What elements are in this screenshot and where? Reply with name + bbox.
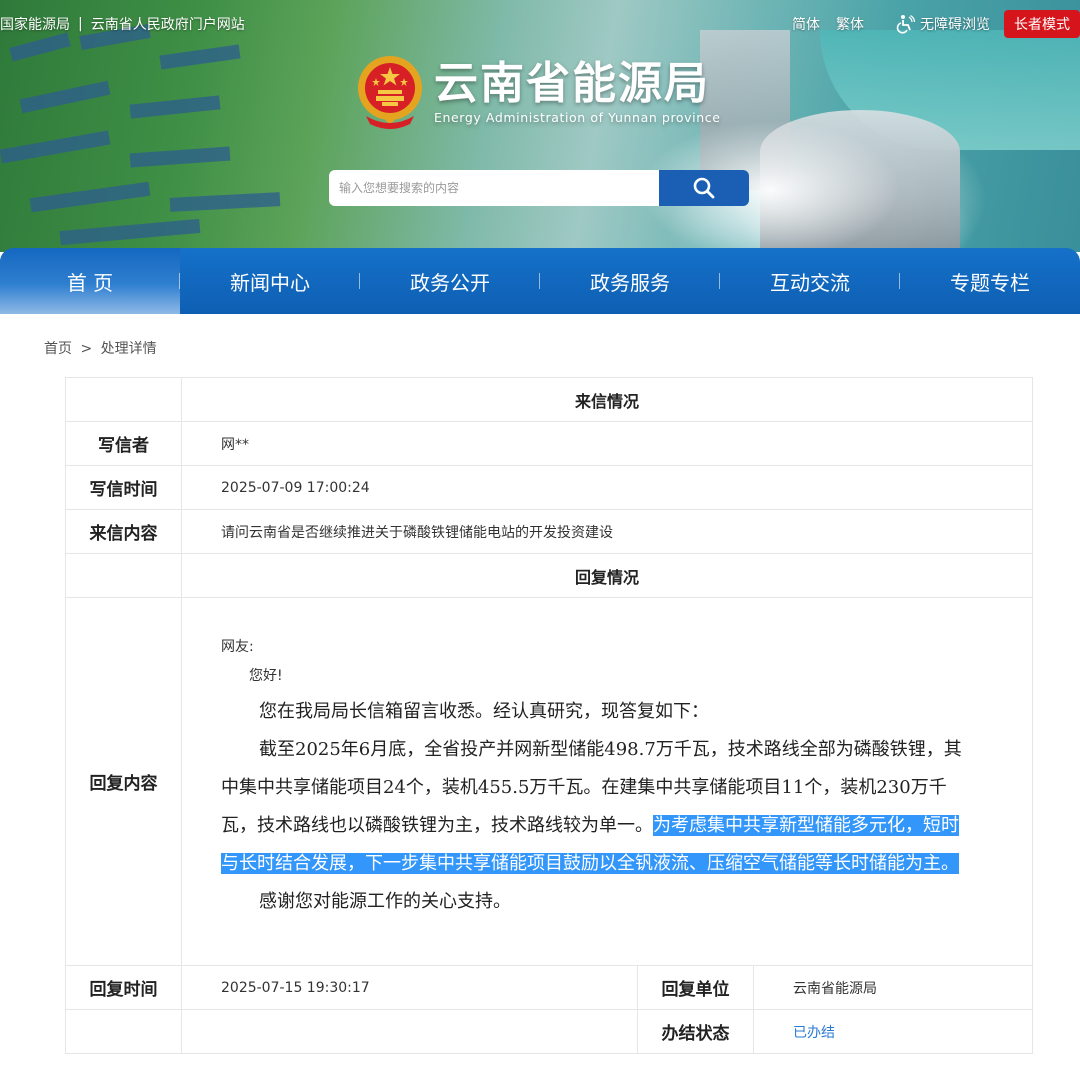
breadcrumb-separator: > xyxy=(80,341,93,357)
letter-time-label: 写信时间 xyxy=(65,465,182,510)
writer-row: 写信者 网** xyxy=(65,421,1033,466)
nav-special-topics[interactable]: 专题专栏 xyxy=(900,248,1080,314)
reply-content-row: 回复内容 网友: 您好! 您在我局局长信箱留言收悉。经认真研究，现答复如下： 截… xyxy=(65,597,1033,966)
header-banner: 国家能源局 | 云南省人民政府门户网站 简体 繁体 无障碍浏览 长者模式 云南省… xyxy=(0,0,1080,252)
writer-label: 写信者 xyxy=(65,421,182,466)
site-title: 云南省能源局 xyxy=(434,58,710,109)
top-links: 国家能源局 | 云南省人民政府门户网站 xyxy=(0,14,245,34)
nav-gov-services-label: 政务服务 xyxy=(590,270,670,295)
reply-unit-value: 云南省能源局 xyxy=(753,965,1033,1010)
letter-detail-table: 来信情况 写信者 网** 写信时间 2025-07-09 17:00:24 来信… xyxy=(65,377,1033,1054)
breadcrumb-current: 处理详情 xyxy=(100,341,157,357)
status-value[interactable]: 已办结 xyxy=(753,1009,1033,1054)
reply-section-row: 回复情况 xyxy=(65,553,1033,598)
reply-paragraph-1: 您在我局局长信箱留言收悉。经认真研究，现答复如下： xyxy=(259,700,709,722)
status-row: 办结状态 已办结 xyxy=(65,1009,1033,1054)
nav-interaction[interactable]: 互动交流 xyxy=(720,248,900,314)
accessibility-link[interactable]: 无障碍浏览 xyxy=(896,14,990,34)
nav-news[interactable]: 新闻中心 xyxy=(180,248,360,314)
empty-cell xyxy=(65,377,182,422)
letter-content-value: 请问云南省是否继续推进关于磷酸铁锂储能电站的开发投资建设 xyxy=(181,509,1033,554)
elder-mode-button[interactable]: 长者模式 xyxy=(1004,10,1080,38)
letter-section-title: 来信情况 xyxy=(181,377,1033,422)
nav-home[interactable]: 首 页 xyxy=(0,248,180,314)
letter-time-value: 2025-07-09 17:00:24 xyxy=(181,465,1033,510)
nav-home-label: 首 页 xyxy=(66,270,114,295)
reply-section-title: 回复情况 xyxy=(181,553,1033,598)
main-nav: 首 页 新闻中心 政务公开 政务服务 互动交流 专题专栏 xyxy=(0,248,1080,314)
reply-time-label: 回复时间 xyxy=(65,965,182,1010)
site-subtitle: Energy Administration of Yunnan province xyxy=(434,110,721,125)
empty-cell xyxy=(65,553,182,598)
nav-gov-affairs[interactable]: 政务公开 xyxy=(360,248,540,314)
nav-news-label: 新闻中心 xyxy=(230,270,310,295)
nav-special-topics-label: 专题专栏 xyxy=(950,270,1030,295)
site-logo[interactable]: 云南省能源局 Energy Administration of Yunnan p… xyxy=(356,54,721,130)
reply-paragraph-3: 感谢您对能源工作的关心支持。 xyxy=(259,890,511,912)
solar-panels-illustration xyxy=(0,24,281,246)
accessibility-label: 无障碍浏览 xyxy=(920,17,990,33)
link-separator: | xyxy=(78,16,83,32)
traditional-chinese-link[interactable]: 繁体 xyxy=(836,14,864,34)
reply-unit-label: 回复单位 xyxy=(637,965,754,1010)
link-national-energy[interactable]: 国家能源局 xyxy=(0,14,70,34)
letter-content-row: 来信内容 请问云南省是否继续推进关于磷酸铁锂储能电站的开发投资建设 xyxy=(65,509,1033,554)
letter-section-row: 来信情况 xyxy=(65,377,1033,422)
search-bar xyxy=(329,170,749,206)
reply-time-value: 2025-07-15 19:30:17 xyxy=(181,965,638,1010)
letter-content-label: 来信内容 xyxy=(65,509,182,554)
reply-hello: 您好! xyxy=(249,667,283,684)
reply-content-body: 网友: 您好! 您在我局局长信箱留言收悉。经认真研究，现答复如下： 截至2025… xyxy=(181,597,1033,966)
reply-paragraph-2: 截至2025年6月底，全省投产并网新型储能498.7万千瓦，技术路线全部为磷酸铁… xyxy=(221,731,972,883)
letter-time-row: 写信时间 2025-07-09 17:00:24 xyxy=(65,465,1033,510)
reply-content-label: 回复内容 xyxy=(65,597,182,966)
search-icon xyxy=(693,177,715,199)
nav-gov-services[interactable]: 政务服务 xyxy=(540,248,720,314)
empty-cell xyxy=(65,1009,182,1054)
wheelchair-icon xyxy=(896,14,916,34)
search-button[interactable] xyxy=(659,170,749,206)
link-yunnan-gov[interactable]: 云南省人民政府门户网站 xyxy=(91,14,245,34)
top-utilities: 简体 繁体 无障碍浏览 长者模式 xyxy=(792,10,1080,38)
writer-value: 网** xyxy=(181,421,1033,466)
reply-greeting: 网友: xyxy=(221,638,254,655)
search-input[interactable] xyxy=(329,170,659,206)
nav-gov-affairs-label: 政务公开 xyxy=(410,270,490,295)
nav-interaction-label: 互动交流 xyxy=(770,270,850,295)
breadcrumb: 首页 > 处理详情 xyxy=(44,338,161,358)
empty-cell xyxy=(181,1009,638,1054)
site-title-block: 云南省能源局 Energy Administration of Yunnan p… xyxy=(434,58,721,126)
simplified-chinese-link[interactable]: 简体 xyxy=(792,14,820,34)
status-label: 办结状态 xyxy=(637,1009,754,1054)
reply-meta-row: 回复时间 2025-07-15 19:30:17 回复单位 云南省能源局 xyxy=(65,965,1033,1010)
national-emblem-icon xyxy=(358,56,422,129)
breadcrumb-home[interactable]: 首页 xyxy=(44,341,72,357)
